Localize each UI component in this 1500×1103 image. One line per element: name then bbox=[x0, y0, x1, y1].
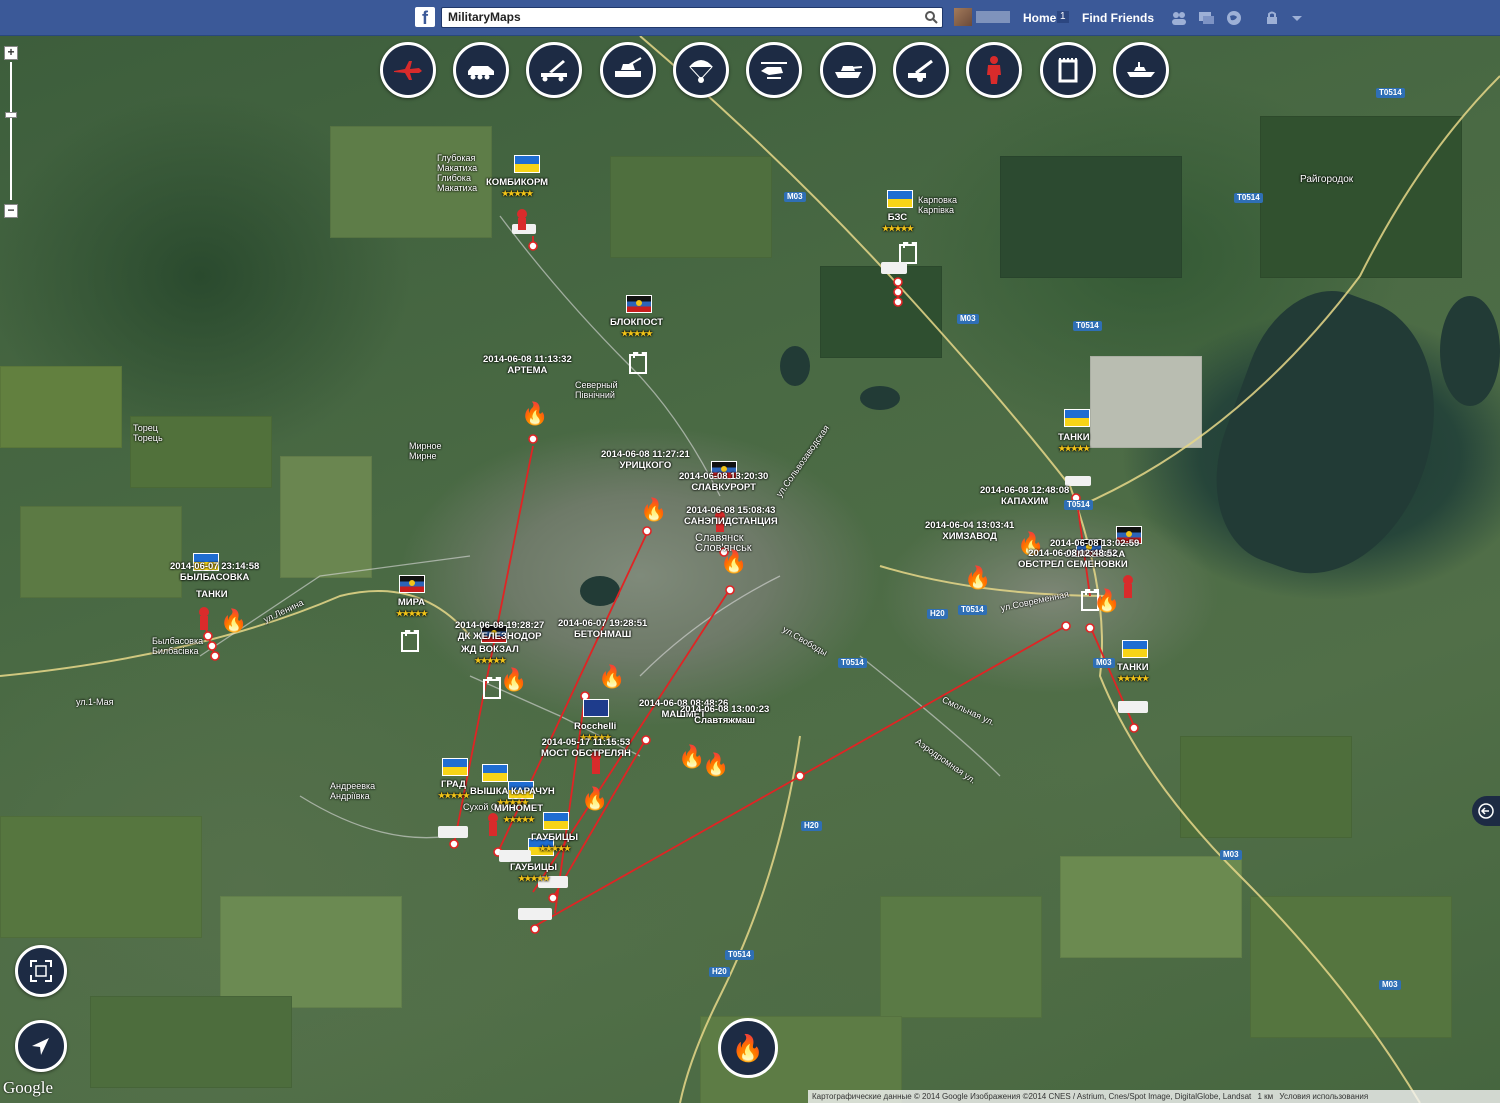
mortar-unit-icon bbox=[499, 850, 531, 862]
marker-label[interactable]: ТАНКИ ★★★★★ bbox=[1117, 662, 1149, 684]
marker-label[interactable]: 2014-05-17 11:15:53 МОСТ ОБСТРЕЛЯН bbox=[541, 737, 631, 759]
marker-label[interactable]: 2014-06-08 19:28:27 ДК ЖЕЛЕЗНОДОР bbox=[455, 620, 544, 642]
fullscreen-icon bbox=[30, 960, 52, 982]
unit-button-checkpoint[interactable] bbox=[1040, 42, 1096, 98]
account-dropdown-icon[interactable] bbox=[1288, 9, 1306, 27]
find-friends-link[interactable]: Find Friends bbox=[1082, 11, 1154, 25]
marker-label[interactable]: 2014-06-07 19:28:51 БЕТОНМАШ bbox=[558, 618, 647, 640]
unit-button-helicopter[interactable] bbox=[746, 42, 802, 98]
marker-label[interactable]: 2014-06-08 13:00:23 Славтяжмаш bbox=[680, 704, 769, 726]
jet-icon bbox=[394, 61, 422, 80]
home-count-badge: 1 bbox=[1057, 11, 1069, 23]
unit-button-apc[interactable] bbox=[453, 42, 509, 98]
marker-label[interactable]: МИНОМЕТ ★★★★★ bbox=[494, 803, 543, 825]
unit-button-ship[interactable] bbox=[1113, 42, 1169, 98]
unit-button-howitzer[interactable] bbox=[893, 42, 949, 98]
unit-button-tank[interactable] bbox=[820, 42, 876, 98]
marker-label[interactable]: ТАНКИ ★★★★★ bbox=[1058, 432, 1090, 454]
my-location-button[interactable] bbox=[15, 1020, 67, 1072]
map-attribution: Картографические данные © 2014 Google Из… bbox=[808, 1090, 1500, 1103]
arrow-left-icon bbox=[1478, 803, 1494, 819]
helicopter-icon bbox=[761, 62, 787, 79]
marker-label[interactable]: КОМБИКОРМ ★★★★★ bbox=[486, 177, 548, 199]
unit-button-jet[interactable] bbox=[380, 42, 436, 98]
messages-icon[interactable] bbox=[1197, 9, 1215, 27]
fire-icon: 🔥 bbox=[731, 1032, 765, 1063]
avatar[interactable] bbox=[954, 8, 972, 26]
unit-button-paratrooper[interactable] bbox=[673, 42, 729, 98]
google-logo: Google bbox=[3, 1078, 54, 1097]
marker-label[interactable]: 2014-06-08 15:08:43 САНЭПИДСТАНЦИЯ bbox=[684, 505, 778, 527]
terms-link[interactable]: Условия использования bbox=[1275, 1092, 1368, 1101]
missile-launcher-icon bbox=[541, 60, 567, 82]
ship-icon bbox=[1127, 62, 1155, 77]
scale-label: 1 км bbox=[1257, 1092, 1274, 1101]
zoom-out-button[interactable]: − bbox=[4, 204, 18, 218]
unit-button-soldier[interactable] bbox=[966, 42, 1022, 98]
marker-label[interactable]: МИРА ★★★★★ bbox=[396, 597, 428, 619]
checkpoint-icon bbox=[1058, 58, 1078, 83]
zoom-slider-handle[interactable] bbox=[5, 112, 17, 118]
profile-name-redacted[interactable] bbox=[976, 11, 1010, 23]
marker-label[interactable]: ТАНКИ bbox=[196, 589, 228, 600]
marker-label[interactable]: 2014-06-08 12:48:52 ОБСТРЕЛ СЕМЕНОВКИ bbox=[1018, 548, 1128, 570]
marker-label[interactable]: 2014-06-08 11:13:32 АРТЕМА bbox=[483, 354, 572, 376]
helicopter-unit-icon bbox=[1118, 701, 1148, 713]
soldier-icon bbox=[987, 56, 1001, 84]
marker-label[interactable]: ГАУБИЦЫ ★★★★★ bbox=[510, 862, 557, 884]
howitzer-unit-icon bbox=[518, 908, 552, 920]
apc-icon bbox=[468, 66, 494, 80]
side-panel-toggle[interactable] bbox=[1472, 796, 1500, 826]
fire-events-button[interactable]: 🔥 bbox=[718, 1018, 778, 1078]
facebook-logo-icon[interactable]: f bbox=[415, 7, 435, 28]
marker-label[interactable]: 2014-06-04 13:03:41 ХИМЗАВОД bbox=[925, 520, 1014, 542]
marker-label[interactable]: 2014-06-08 12:48:08 КАПАХИМ bbox=[980, 485, 1069, 507]
unit-button-self-propelled-artillery[interactable] bbox=[600, 42, 656, 98]
home-link[interactable]: Home bbox=[1023, 11, 1056, 25]
fullscreen-button[interactable] bbox=[15, 945, 67, 997]
search-input-value: MilitaryMaps bbox=[448, 10, 521, 24]
zoom-in-button[interactable]: + bbox=[4, 46, 18, 60]
marker-label[interactable]: БЛОКПОСТ ★★★★★ bbox=[610, 317, 663, 339]
marker-label[interactable]: 2014-06-07 23:14:58 БЫЛБАСОВКА bbox=[170, 561, 259, 583]
zoom-slider-track[interactable] bbox=[10, 62, 12, 200]
tank-icon bbox=[835, 66, 863, 78]
marker-label[interactable]: ГРАД ★★★★★ bbox=[438, 779, 470, 801]
search-input[interactable]: MilitaryMaps bbox=[441, 7, 943, 28]
search-icon[interactable] bbox=[924, 10, 938, 24]
marker-label[interactable]: ГАУБИЦЫ ★★★★★ bbox=[531, 832, 578, 854]
howitzer-icon bbox=[908, 59, 933, 82]
navigation-arrow-icon bbox=[32, 1038, 49, 1055]
facebook-top-bar: f MilitaryMaps Home 1 Find Friends bbox=[0, 0, 1500, 36]
grad-launcher-unit-icon bbox=[438, 826, 468, 838]
marker-label[interactable]: 2014-06-08 11:27:21 УРИЦКОГО bbox=[601, 449, 690, 471]
privacy-shortcuts-icon[interactable] bbox=[1263, 9, 1281, 27]
zoom-control[interactable]: + − bbox=[4, 46, 18, 218]
unit-button-missile-launcher[interactable] bbox=[526, 42, 582, 98]
paratrooper-icon bbox=[689, 60, 713, 83]
marker-label[interactable]: ЖД ВОКЗАЛ ★★★★★ bbox=[461, 644, 519, 666]
notifications-globe-icon[interactable] bbox=[1225, 9, 1243, 27]
marker-label[interactable]: БЗС ★★★★★ bbox=[882, 212, 914, 234]
marker-label[interactable]: 2014-06-08 13:20:30 СЛАВКУРОРТ bbox=[679, 471, 768, 493]
satellite-map[interactable]: Глубокая Макатиха Глибока Макатиха Карпо… bbox=[0, 36, 1500, 1103]
friend-requests-icon[interactable] bbox=[1170, 9, 1188, 27]
howitzer-unit-icon bbox=[881, 262, 907, 274]
self-propelled-artillery-icon bbox=[615, 57, 642, 77]
